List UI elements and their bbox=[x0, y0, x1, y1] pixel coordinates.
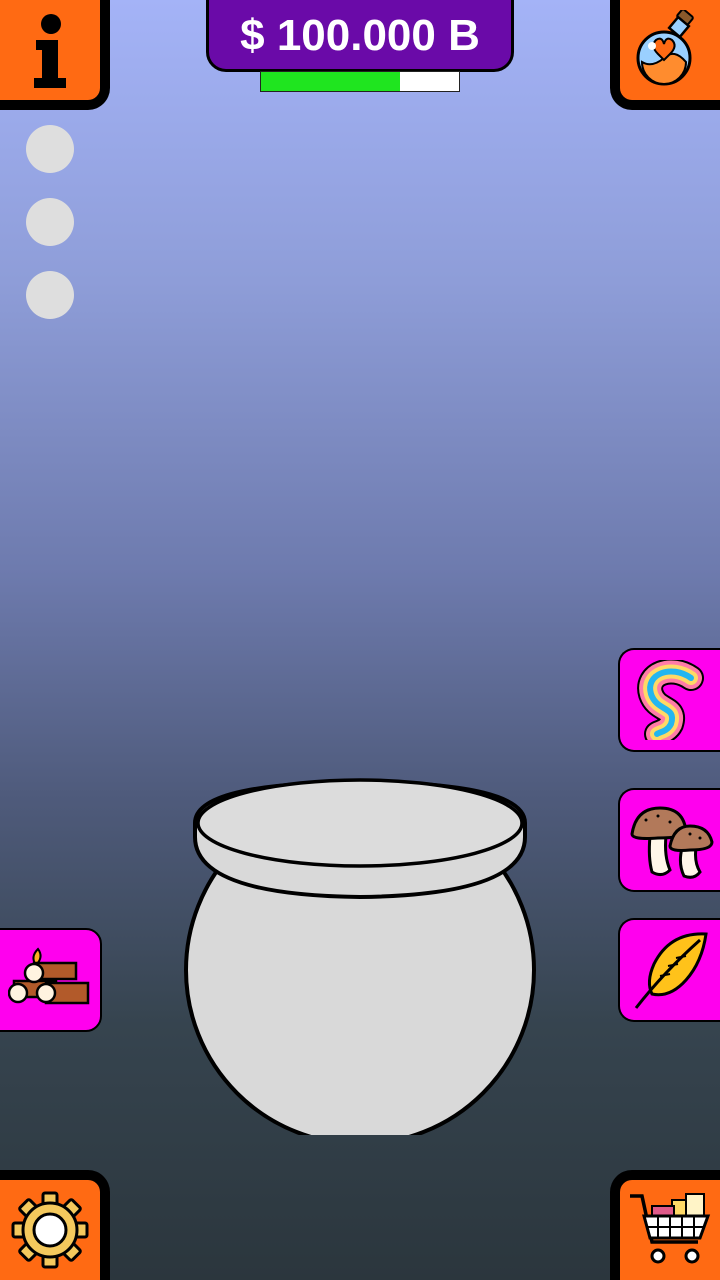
indicator-dot bbox=[26, 198, 74, 246]
mushroom-icon bbox=[630, 806, 714, 879]
info-button[interactable] bbox=[0, 0, 110, 110]
cauldron-opening bbox=[196, 778, 524, 868]
feather-icon bbox=[634, 932, 708, 1009]
money-amount: $ 100.000 B bbox=[240, 11, 480, 60]
ingredient-mushroom-button[interactable] bbox=[618, 788, 720, 892]
info-icon bbox=[34, 14, 66, 88]
money-display: $ 100.000 B bbox=[206, 0, 514, 72]
shop-button[interactable] bbox=[610, 1170, 720, 1280]
firewood-icon bbox=[8, 947, 90, 1005]
progress-fill bbox=[261, 72, 400, 91]
rainbow-icon bbox=[637, 660, 704, 740]
cauldron[interactable] bbox=[180, 775, 540, 1135]
potion-bottle-icon bbox=[636, 10, 694, 86]
potion-button[interactable] bbox=[610, 0, 720, 110]
indicator-dot bbox=[26, 271, 74, 319]
ingredient-rainbow-button[interactable] bbox=[618, 648, 720, 752]
firewood-button[interactable] bbox=[0, 928, 102, 1032]
settings-button[interactable] bbox=[0, 1170, 110, 1280]
progress-bar bbox=[260, 71, 460, 92]
indicator-dot bbox=[26, 125, 74, 173]
gear-icon bbox=[11, 1191, 89, 1269]
shopping-cart-icon bbox=[630, 1193, 711, 1264]
ingredient-feather-button[interactable] bbox=[618, 918, 720, 1022]
